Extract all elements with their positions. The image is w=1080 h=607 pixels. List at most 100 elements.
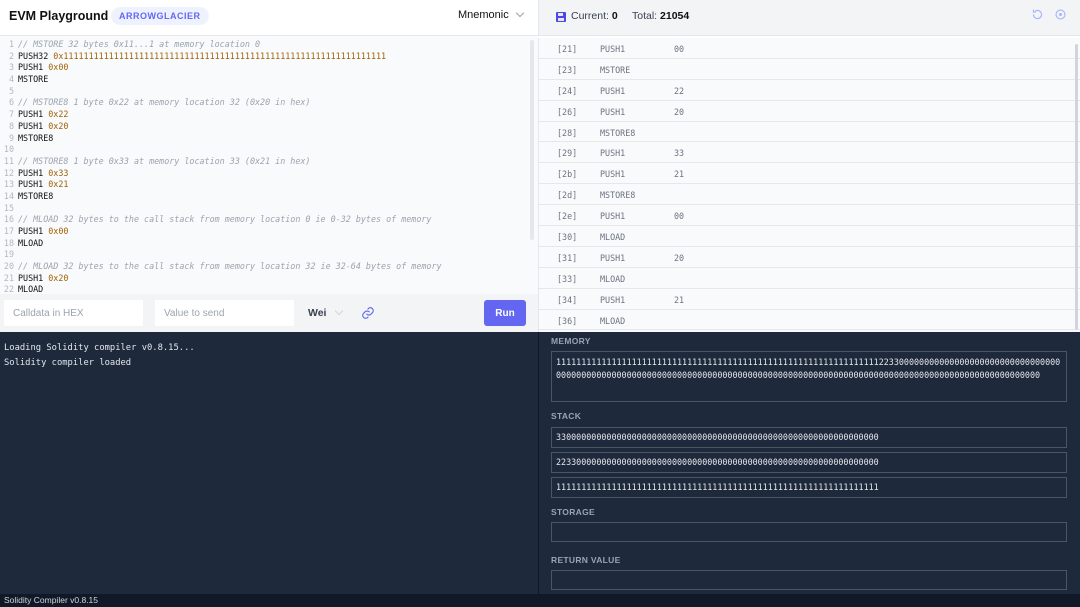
code-opcode: MSTORE8 [18,132,54,143]
code-line: 7 PUSH1 0x22 [0,109,538,121]
program-counter: [33] [557,273,578,284]
code-editor[interactable]: 1 // MSTORE 32 bytes 0x11...1 at memory l… [0,36,538,294]
console-output: Loading Solidity compiler v0.8.15... Sol… [0,332,538,594]
code-line: 1 // MSTORE 32 bytes 0x11...1 at memory l… [0,39,538,51]
code-line: 5 [0,86,538,98]
storage-box [551,522,1067,542]
current-step-label: Current: [571,10,609,22]
opcode: PUSH1 [600,44,626,54]
code-comment: // MSTORE8 1 byte 0x33 at memory locatio… [18,155,311,166]
execution-row[interactable]: [31] PUSH1 20 [539,247,1080,268]
execution-row[interactable]: [23] MSTORE [539,59,1080,80]
line-number: 19 [3,249,14,260]
program-counter: [21] [557,44,578,54]
code-literal: 0x22 [48,109,69,120]
stack-item: 1111111111111111111111111111111111111111… [551,477,1067,498]
stack-item: 3300000000000000000000000000000000000000… [551,427,1067,448]
program-counter: [23] [557,64,578,75]
program-counter: [31] [557,252,578,263]
compiler-status: Solidity Compiler v0.8.15 [4,595,99,605]
code-line: 2 PUSH32 0x111111111111111111111111111111… [0,51,538,63]
mode-select[interactable]: Mnemonic [458,8,524,21]
code-line: 13 PUSH1 0x21 [0,179,538,191]
line-number: 1 [8,39,14,49]
line-number: 10 [3,144,14,155]
line-number: 21 [3,272,14,283]
program-counter: [29] [557,148,578,159]
line-number: 20 [3,261,14,272]
code-opcode: PUSH1 [18,120,49,131]
run-button[interactable]: Run [484,300,526,326]
code-opcode: PUSH1 [18,179,49,190]
stack-item: 2233000000000000000000000000000000000000… [551,452,1067,473]
current-step: Current: 0 [571,10,618,22]
state-panel: MEMORY 111111111111111111111111111111111… [538,332,1080,594]
execution-row[interactable]: [28] MSTORE8 [539,122,1080,143]
execution-scrollbar[interactable] [1075,44,1078,330]
editor-scrollbar[interactable] [530,40,534,240]
execution-row[interactable]: [29] PUSH1 33 [539,142,1080,164]
execution-row[interactable]: [21] PUSH1 00 [539,38,1080,59]
execution-row[interactable]: [2e] PUSH1 00 [539,205,1080,227]
mode-select-label: Mnemonic [458,9,509,21]
code-line: 14 MSTORE8 [0,191,538,203]
program-counter: [2b] [557,169,578,180]
code-opcode: PUSH1 [18,109,49,120]
execution-row[interactable]: [2b] PUSH1 21 [539,163,1080,185]
return-value-title: RETURN VALUE [551,555,621,565]
chevron-down-icon [515,8,524,18]
unit-select-label: Wei [308,307,327,319]
line-number: 18 [3,237,14,248]
execution-row[interactable]: [36] MLOAD [539,310,1080,331]
opcode: PUSH1 [600,211,626,222]
execution-row[interactable]: [33] MLOAD [539,268,1080,289]
fork-badge[interactable]: ARROWGLACIER [111,7,209,25]
unit-select[interactable]: Wei [308,306,344,319]
code-line: 8 PUSH1 0x20 [0,121,538,133]
code-line: 18 MLOAD [0,238,538,250]
program-counter: [36] [557,315,578,326]
code-comment: // MSTORE 32 bytes 0x11...1 at memory lo… [18,39,261,49]
execution-row[interactable]: [24] PUSH1 22 [539,80,1080,101]
console-line: Solidity compiler loaded [4,358,132,368]
code-line: 17 PUSH1 0x00 [0,226,538,238]
program-counter: [2d] [557,190,578,201]
line-number: 4 [8,74,14,85]
operand: 00 [674,44,685,54]
code-comment: // MLOAD 32 bytes to the call stack from… [18,261,442,272]
transaction-input-bar: Wei [0,294,538,332]
code-line: 6 // MSTORE8 1 byte 0x22 at memory locati… [0,97,538,109]
execution-row[interactable]: [26] PUSH1 20 [539,101,1080,122]
program-counter: [2e] [557,211,578,222]
program-counter: [30] [557,232,578,243]
calldata-input[interactable] [4,300,143,326]
value-input[interactable] [155,300,294,326]
program-counter: [28] [557,127,578,138]
opcode: PUSH1 [600,169,626,180]
opcode: PUSH1 [600,106,626,117]
code-comment: // MSTORE8 1 byte 0x22 at memory locatio… [18,97,311,108]
code-literal: 0x21 [48,179,69,190]
code-opcode: PUSH32 [18,50,54,61]
opcode: MSTORE8 [600,127,636,138]
opcode: MSTORE [600,64,631,75]
stack-title: STACK [551,411,582,421]
line-number: 16 [3,214,14,225]
save-icon[interactable] [556,12,566,22]
execution-row[interactable]: [2d] MSTORE8 [539,184,1080,206]
line-number: 17 [3,226,14,236]
execution-row[interactable]: [34] PUSH1 21 [539,289,1080,310]
line-number: 15 [3,202,14,213]
line-number: 11 [3,155,14,166]
reset-icon[interactable] [1031,8,1044,21]
memory-title: MEMORY [551,336,591,346]
step-icon[interactable] [1054,8,1067,21]
code-opcode: MSTORE [18,74,49,85]
execution-row[interactable]: [30] MLOAD [539,226,1080,247]
code-literal: 0x11111111111111111111111111111111111111… [53,50,387,61]
status-bar: Solidity Compiler v0.8.15 [0,594,1080,607]
execution-list[interactable]: [21] PUSH1 00 [23] MSTORE [24] PUSH1 22 [26] PUSH… [538,38,1080,332]
share-link-icon[interactable] [361,306,375,320]
code-line: 4 MSTORE [0,74,538,86]
code-literal: 0x20 [48,272,69,283]
